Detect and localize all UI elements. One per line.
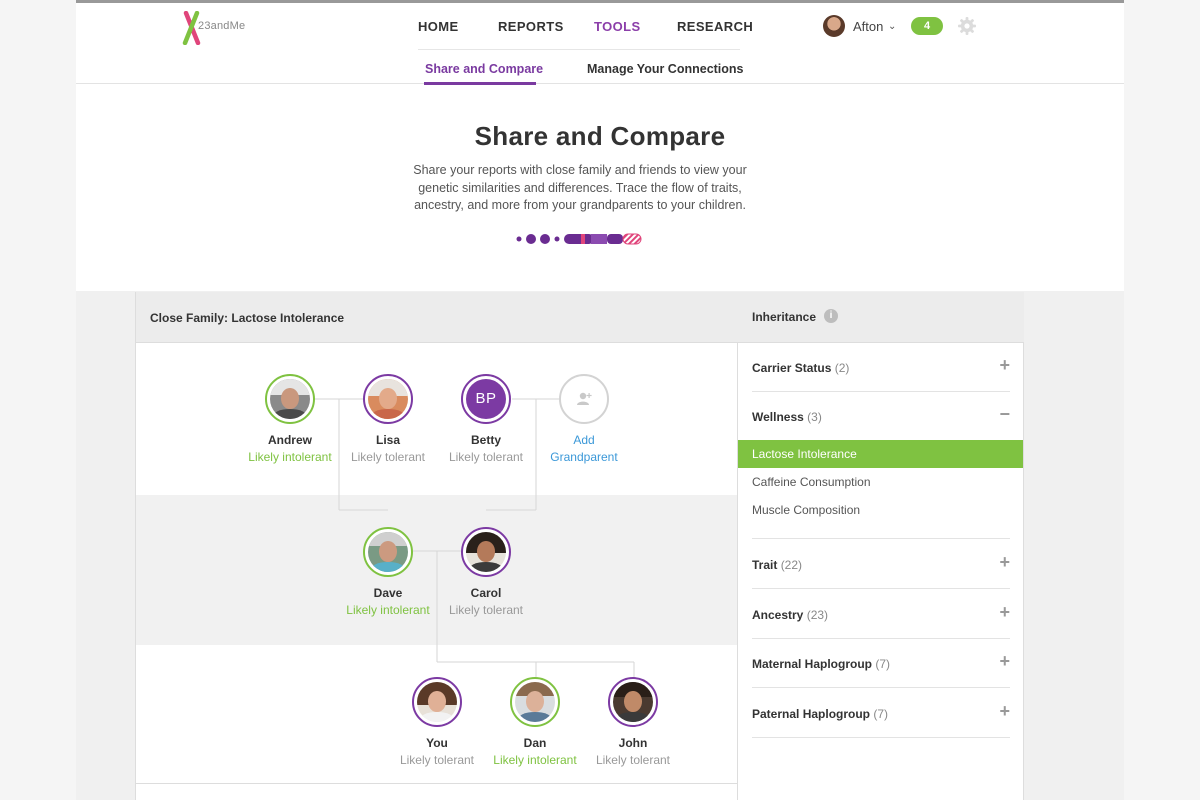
avatar[interactable] xyxy=(265,374,315,424)
category-wellness[interactable]: Wellness (3) − xyxy=(752,391,1010,441)
add-grandparent-button[interactable]: Add Grandparent xyxy=(536,374,632,464)
person-name: Lisa xyxy=(375,433,400,447)
person-john[interactable]: John Likely tolerant xyxy=(585,677,681,767)
nav-tools[interactable]: TOOLS xyxy=(594,19,641,34)
person-andrew[interactable]: Andrew Likely intolerant xyxy=(242,374,338,464)
subnav-active-indicator xyxy=(424,82,536,85)
nav-home[interactable]: HOME xyxy=(418,19,459,34)
sidebar-header: Inheritance i xyxy=(738,292,1024,343)
person-status: Likely tolerant xyxy=(448,603,524,617)
user-avatar[interactable] xyxy=(823,15,845,37)
sidebar-title: Inheritance xyxy=(752,310,817,324)
category-label[interactable]: Trait (22) xyxy=(752,558,802,572)
info-icon[interactable]: i xyxy=(824,309,838,323)
avatar[interactable] xyxy=(363,374,413,424)
dna-strip-decoration-icon xyxy=(516,233,642,245)
header-divider xyxy=(76,83,1124,84)
page-title: Share and Compare xyxy=(474,121,726,151)
expand-icon[interactable]: + xyxy=(999,355,1010,376)
person-status: Likely tolerant xyxy=(595,753,671,767)
expand-icon[interactable]: + xyxy=(999,701,1010,722)
expand-icon[interactable]: + xyxy=(999,602,1010,623)
expand-icon[interactable]: + xyxy=(999,651,1010,672)
category-paternal-haplogroup[interactable]: Paternal Haplogroup (7) + xyxy=(752,688,1010,738)
person-name: Carol xyxy=(470,586,502,600)
top-rule xyxy=(76,0,1124,3)
collapse-icon[interactable]: − xyxy=(999,404,1010,425)
subnav-manage-connections[interactable]: Manage Your Connections xyxy=(587,62,744,76)
notification-badge[interactable]: 4 xyxy=(911,17,943,35)
person-name: John xyxy=(618,736,648,750)
brand-logo-text[interactable]: 23andMe xyxy=(198,20,245,32)
family-tree-panel: Close Family: Lactose Intolerance Andrew… xyxy=(135,292,739,800)
page-margin-right xyxy=(1124,0,1200,800)
chevron-down-icon[interactable]: ⌄ xyxy=(888,21,896,32)
add-grandparent-label[interactable]: Add xyxy=(536,433,632,447)
person-status: Likely intolerant xyxy=(346,603,430,617)
avatar[interactable] xyxy=(461,527,511,577)
person-name: Dan xyxy=(523,736,547,750)
category-trait[interactable]: Trait (22) + xyxy=(752,539,1010,589)
person-name: Andrew xyxy=(267,433,312,447)
person-betty[interactable]: BP Betty Likely tolerant xyxy=(438,374,534,464)
avatar[interactable] xyxy=(608,677,658,727)
user-name[interactable]: Afton xyxy=(853,19,883,34)
add-person-icon xyxy=(577,392,592,405)
sidebar-item-lactose-intolerance[interactable]: Lactose Intolerance xyxy=(738,440,1023,468)
avatar[interactable]: BP xyxy=(461,374,511,424)
category-label[interactable]: Wellness (3) xyxy=(752,410,822,424)
avatar[interactable] xyxy=(412,677,462,727)
category-label[interactable]: Ancestry (23) xyxy=(752,608,828,622)
inheritance-sidebar: Inheritance i Carrier Status (2) + Welln… xyxy=(738,292,1024,800)
person-status: Likely tolerant xyxy=(399,753,475,767)
page-margin-left xyxy=(0,0,76,800)
avatar[interactable] xyxy=(363,527,413,577)
person-name: Betty xyxy=(470,433,501,447)
category-carrier-status[interactable]: Carrier Status (2) + xyxy=(752,342,1010,392)
person-dan[interactable]: Dan Likely intolerant xyxy=(487,677,583,767)
person-status: Likely intolerant xyxy=(493,753,577,767)
nav-divider xyxy=(418,49,740,50)
page-description: Share your reports with close family and… xyxy=(413,163,747,212)
person-status: Likely tolerant xyxy=(448,450,524,464)
person-name: You xyxy=(426,736,448,750)
person-dave[interactable]: Dave Likely intolerant xyxy=(340,527,436,617)
nav-research[interactable]: RESEARCH xyxy=(677,19,753,34)
sidebar-item-muscle-composition[interactable]: Muscle Composition xyxy=(738,496,1023,524)
gear-icon[interactable] xyxy=(957,16,977,36)
subnav-share-and-compare[interactable]: Share and Compare xyxy=(425,62,543,76)
nav-reports[interactable]: REPORTS xyxy=(498,19,564,34)
sidebar-item-caffeine-consumption[interactable]: Caffeine Consumption xyxy=(738,468,1023,496)
category-label[interactable]: Paternal Haplogroup (7) xyxy=(752,707,888,721)
avatar[interactable] xyxy=(510,677,560,727)
person-lisa[interactable]: Lisa Likely tolerant xyxy=(340,374,436,464)
category-label[interactable]: Maternal Haplogroup (7) xyxy=(752,657,890,671)
avatar[interactable] xyxy=(559,374,609,424)
person-status: Likely intolerant xyxy=(248,450,332,464)
category-ancestry[interactable]: Ancestry (23) + xyxy=(752,589,1010,639)
person-carol[interactable]: Carol Likely tolerant xyxy=(438,527,534,617)
add-grandparent-sublabel[interactable]: Grandparent xyxy=(536,450,632,464)
category-maternal-haplogroup[interactable]: Maternal Haplogroup (7) + xyxy=(752,638,1010,688)
person-status: Likely tolerant xyxy=(350,450,426,464)
category-label[interactable]: Carrier Status (2) xyxy=(752,361,849,375)
expand-icon[interactable]: + xyxy=(999,552,1010,573)
avatar-initials: BP xyxy=(466,379,506,419)
person-you[interactable]: You Likely tolerant xyxy=(389,677,485,767)
person-name: Dave xyxy=(373,586,403,600)
